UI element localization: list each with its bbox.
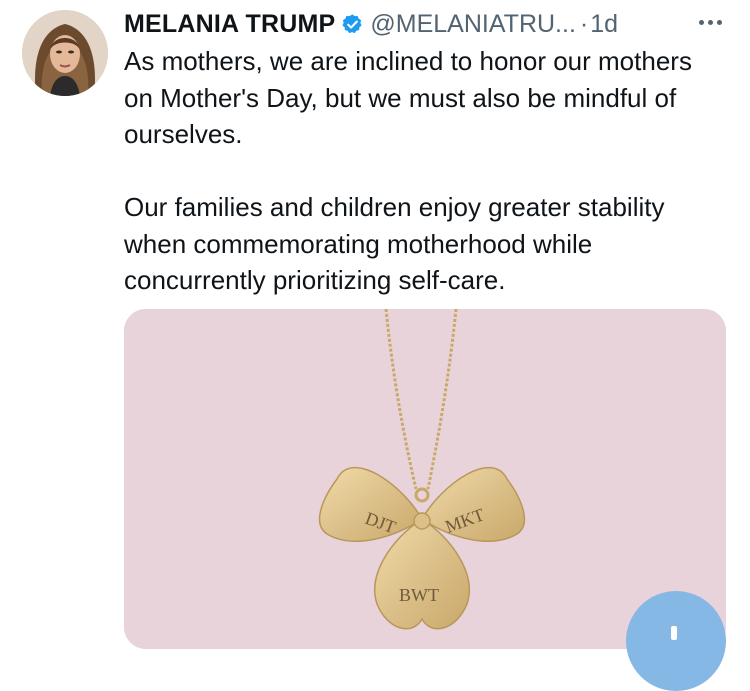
header-separator: ·: [579, 9, 589, 38]
compose-button[interactable]: [626, 591, 726, 691]
tweet-text: As mothers, we are inclined to honor our…: [124, 46, 692, 295]
compose-plus-icon: [671, 626, 677, 640]
necklace-image: DJT MKT BWT: [124, 309, 726, 649]
more-options-icon[interactable]: [690, 10, 730, 34]
verified-badge-icon[interactable]: [341, 13, 364, 36]
avatar-image: [22, 10, 108, 96]
engraving-bottom: BWT: [399, 585, 439, 605]
author-avatar[interactable]: [22, 10, 108, 96]
more-dot: [698, 19, 704, 25]
more-dot: [707, 19, 713, 25]
more-dot: [716, 19, 722, 25]
author-name[interactable]: MELANIA TRUMP: [124, 10, 335, 39]
tweet-timestamp[interactable]: 1d: [590, 10, 618, 39]
tweet-media-image[interactable]: DJT MKT BWT: [124, 309, 726, 649]
tweet-header: MELANIA TRUMP @MELANIATRU... · 1d: [124, 6, 618, 42]
author-handle[interactable]: @MELANIATRU...: [370, 10, 576, 39]
